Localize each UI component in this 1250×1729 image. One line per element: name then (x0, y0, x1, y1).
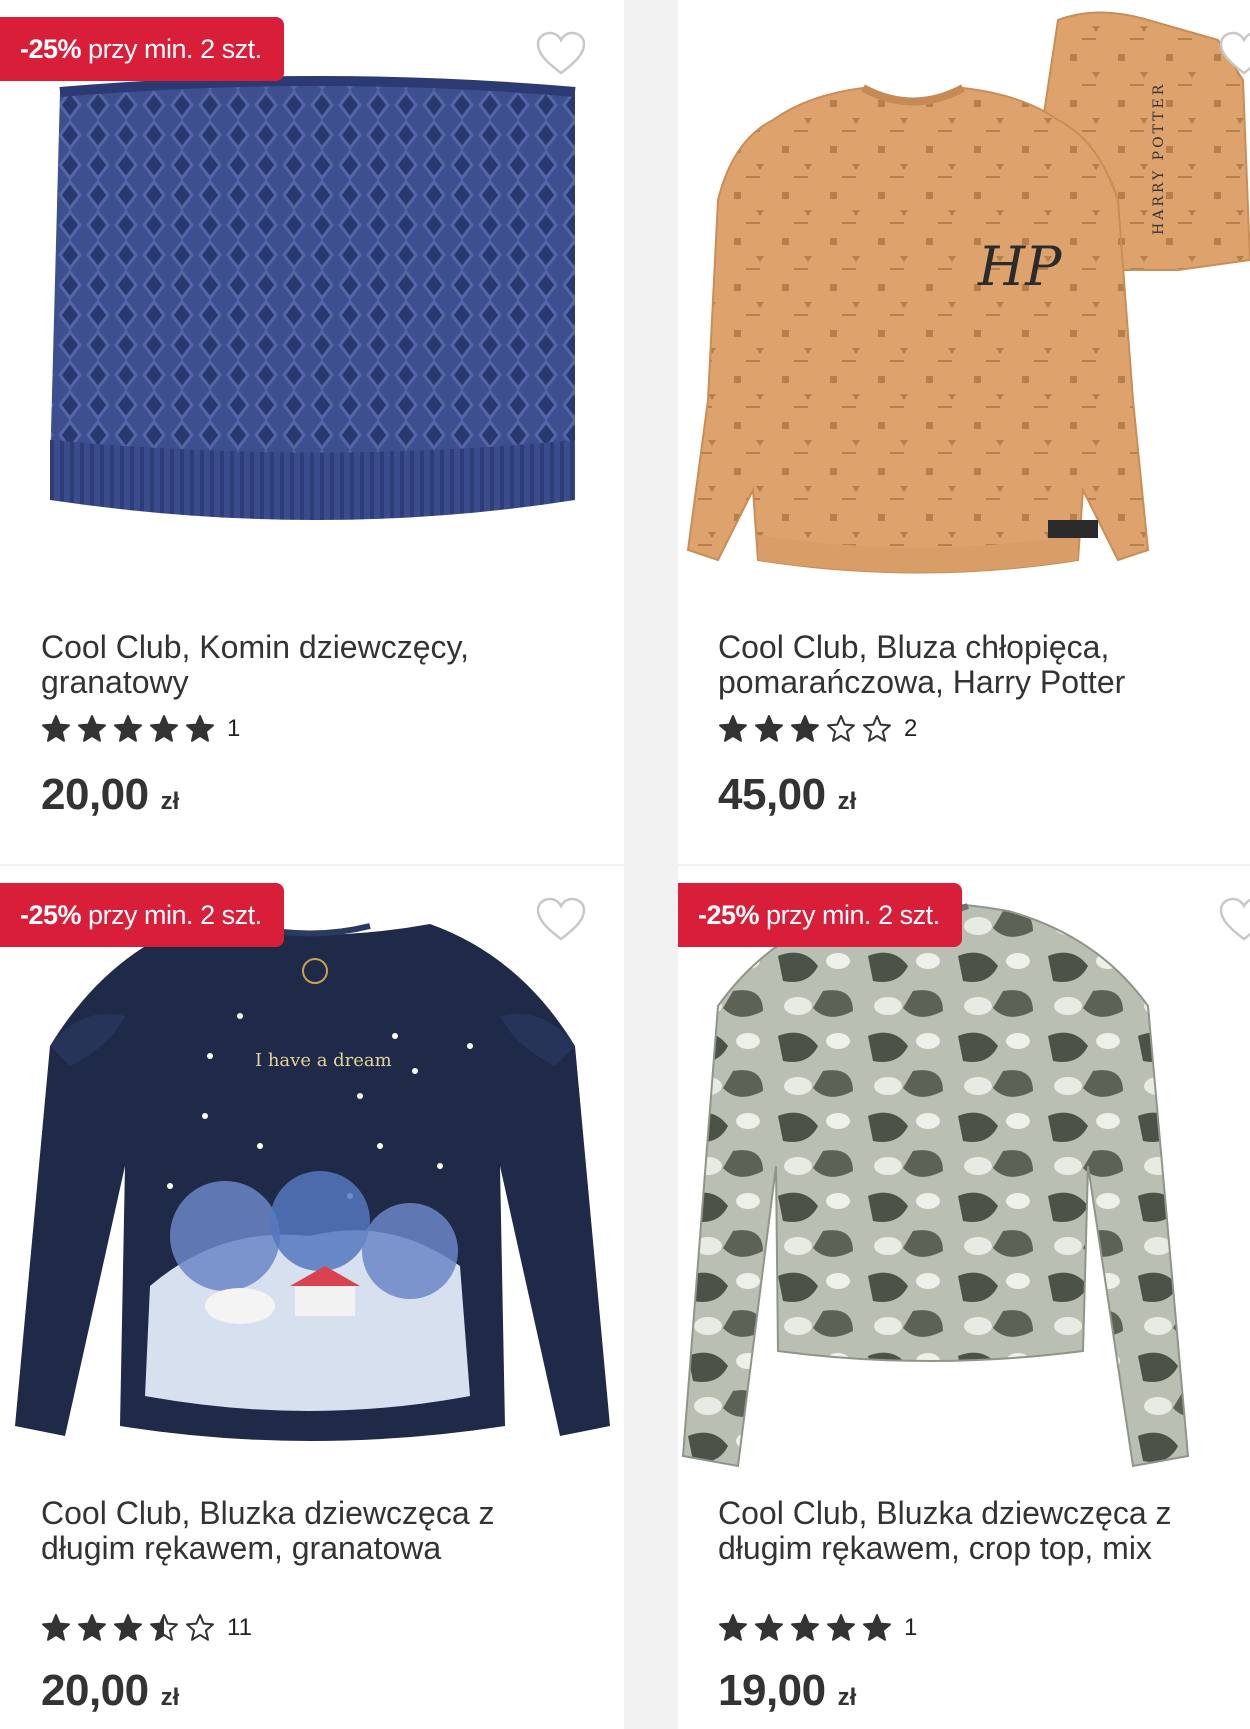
product-price: 19,00 zł (718, 1666, 856, 1716)
star-filled-icon (150, 715, 178, 742)
product-price: 20,00 zł (41, 1666, 179, 1716)
star-filled-icon (755, 715, 783, 742)
product-title[interactable]: Cool Club, Bluza chłopięca, pomarańczowa… (718, 630, 1248, 700)
stars (718, 714, 892, 744)
product-rating: 2 (718, 714, 917, 744)
star-filled-icon (719, 715, 747, 742)
star-filled-icon (114, 1614, 142, 1641)
promo-text: przy min. 2 szt. (88, 33, 262, 64)
price-currency: zł (160, 1684, 180, 1711)
heart-icon[interactable] (535, 30, 587, 76)
price-amount: 45,00 (718, 770, 826, 819)
heart-icon[interactable] (535, 896, 587, 942)
star-filled-icon (863, 1614, 891, 1641)
star-filled-icon (791, 1614, 819, 1641)
promo-percent: -25% (698, 899, 760, 930)
price-currency: zł (160, 788, 180, 815)
review-count: 11 (227, 1614, 252, 1641)
product-image[interactable] (0, 0, 624, 610)
navy-long-sleeve-top-image: I have a dream (15, 923, 610, 1441)
product-rating: 1 (718, 1613, 917, 1643)
product-image[interactable] (678, 866, 1250, 1476)
product-title[interactable]: Cool Club, Bluzka dziewczęca z długim rę… (41, 1496, 571, 1566)
star-filled-icon (42, 715, 70, 742)
star-empty-icon (827, 715, 855, 742)
stars (41, 1613, 215, 1643)
product-price: 20,00 zł (41, 770, 179, 820)
star-filled-icon (114, 715, 142, 742)
star-filled-icon (755, 1614, 783, 1641)
star-filled-icon (186, 715, 214, 742)
star-empty-icon (186, 1614, 214, 1641)
stars (718, 1613, 892, 1643)
promo-badge: -25% przy min. 2 szt. (0, 883, 284, 947)
price-currency: zł (837, 1684, 857, 1711)
product-title[interactable]: Cool Club, Komin dziewczęcy, granatowy (41, 630, 571, 700)
product-rating: 11 (41, 1613, 252, 1643)
review-count: 1 (904, 1614, 918, 1641)
heart-icon[interactable] (1218, 896, 1250, 942)
product-rating: 1 (41, 714, 240, 744)
promo-badge: -25% przy min. 2 szt. (0, 17, 284, 81)
price-amount: 20,00 (41, 1666, 149, 1715)
review-count: 2 (904, 715, 918, 742)
star-filled-icon (78, 715, 106, 742)
product-card[interactable]: HARRY POTTER HP Cool Club, Bluza chłopię… (678, 0, 1250, 864)
tie-dye-crop-top-image (681, 902, 1190, 1468)
star-half-icon (150, 1614, 178, 1641)
price-amount: 20,00 (41, 770, 149, 819)
promo-percent: -25% (20, 33, 82, 64)
product-card[interactable]: -25% przy min. 2 szt. Cool Club, Komin d… (0, 0, 624, 864)
harry-potter-sweatshirt-image: HARRY POTTER HP (686, 11, 1250, 574)
product-card[interactable]: -25% przy min. 2 szt. I have a dream Coo… (0, 866, 624, 1729)
promo-badge: -25% przy min. 2 szt. (678, 883, 962, 947)
promo-percent: -25% (20, 899, 82, 930)
print-text: I have a dream (255, 1050, 392, 1071)
star-empty-icon (863, 715, 891, 742)
heart-icon[interactable] (1218, 30, 1250, 76)
star-filled-icon (791, 715, 819, 742)
star-filled-icon (42, 1614, 70, 1641)
product-card[interactable]: -25% przy min. 2 szt. Cool Club, Bluzka … (678, 866, 1250, 1729)
print-text: HARRY POTTER (1151, 82, 1167, 235)
product-image[interactable]: I have a dream (0, 866, 624, 1476)
product-price: 45,00 zł (718, 770, 856, 820)
promo-text: przy min. 2 szt. (88, 899, 262, 930)
knit-neck-warmer-image (50, 76, 576, 520)
product-title[interactable]: Cool Club, Bluzka dziewczęca z długim rę… (718, 1496, 1248, 1566)
price-amount: 19,00 (718, 1666, 826, 1715)
review-count: 1 (227, 715, 241, 742)
promo-text: przy min. 2 szt. (766, 899, 940, 930)
star-filled-icon (827, 1614, 855, 1641)
stars (41, 714, 215, 744)
star-filled-icon (78, 1614, 106, 1641)
hp-logo: HP (977, 235, 1063, 298)
price-currency: zł (837, 788, 857, 815)
product-image[interactable]: HARRY POTTER HP (678, 0, 1250, 610)
star-filled-icon (719, 1614, 747, 1641)
